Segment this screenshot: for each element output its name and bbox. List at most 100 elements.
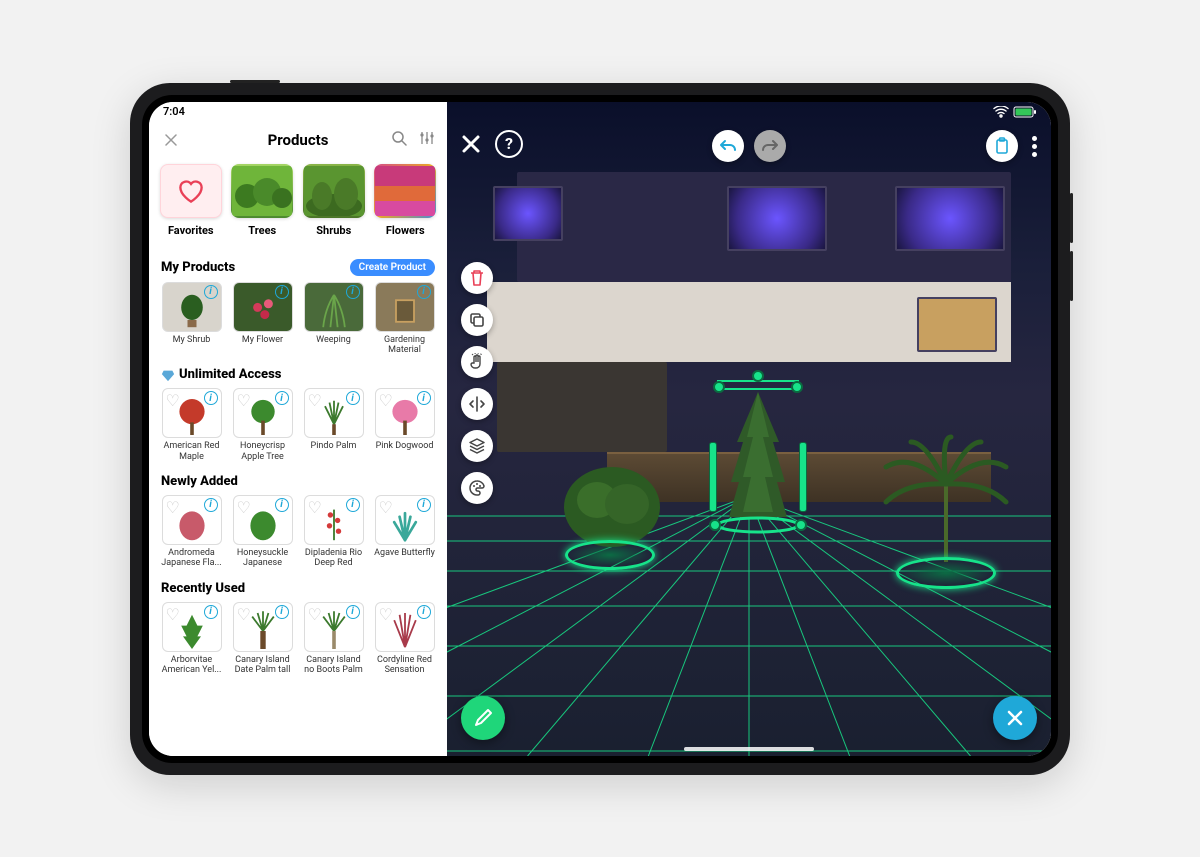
info-icon[interactable]: i — [346, 391, 360, 405]
category-trees[interactable]: Trees — [231, 164, 295, 237]
selection-top-bar[interactable] — [717, 380, 799, 390]
ar-canvas[interactable]: ? — [447, 102, 1051, 756]
product-card[interactable]: ♡ i Pink Dogwood — [372, 388, 437, 462]
statusbar-right — [447, 102, 1051, 122]
heart-outline-icon[interactable]: ♡ — [379, 498, 393, 517]
delete-button[interactable] — [461, 262, 493, 294]
product-card[interactable]: ♡iHoneycrisp Apple Tree — [230, 388, 295, 462]
category-shrubs[interactable]: Shrubs — [302, 164, 366, 237]
product-card[interactable]: iMy Flower — [230, 282, 295, 356]
card-label: Arborvitae American Yel... — [160, 655, 224, 676]
search-icon — [391, 130, 407, 146]
clipboard-button[interactable] — [986, 130, 1018, 162]
product-card[interactable]: ♡iPindo Palm — [301, 388, 366, 462]
selection-side-handle[interactable] — [799, 442, 807, 512]
product-card[interactable]: ♡ i Canary Island Date Palm tall — [230, 602, 295, 676]
info-icon[interactable]: i — [204, 391, 218, 405]
appearance-button[interactable] — [461, 472, 493, 504]
heart-outline-icon[interactable]: ♡ — [308, 605, 322, 624]
heart-outline-icon[interactable]: ♡ — [379, 391, 393, 410]
sidebar-scroll[interactable]: My Products Create Product iMy Shrub iMy… — [149, 247, 447, 756]
info-icon[interactable]: i — [417, 285, 431, 299]
placed-plant-palm[interactable] — [881, 432, 1011, 576]
more-menu-button[interactable] — [1028, 130, 1041, 163]
filter-button[interactable] — [419, 130, 435, 150]
product-card[interactable]: iGardening Material — [372, 282, 437, 356]
card-label: Weeping — [316, 335, 351, 345]
create-product-button[interactable]: Create Product — [350, 259, 435, 276]
card-label: American Red Maple — [160, 441, 224, 462]
search-button[interactable] — [391, 130, 407, 150]
object-toolbar — [461, 262, 493, 504]
info-icon[interactable]: i — [204, 285, 218, 299]
hand-move-icon — [468, 353, 486, 371]
section-title: Unlimited Access — [161, 367, 281, 382]
sidebar-close-button[interactable] — [161, 130, 181, 150]
product-card[interactable]: iMy Shrub — [159, 282, 224, 356]
heart-outline-icon[interactable]: ♡ — [237, 605, 251, 624]
product-card[interactable]: ♡ i American Red Maple — [159, 388, 224, 462]
info-icon[interactable]: i — [275, 391, 289, 405]
info-icon[interactable]: i — [204, 498, 218, 512]
heart-outline-icon[interactable]: ♡ — [166, 391, 180, 410]
selection-base[interactable] — [715, 516, 801, 534]
info-icon[interactable]: i — [417, 498, 431, 512]
product-card[interactable]: ♡iHoneysuckle Japanese — [230, 495, 295, 569]
selection-side-handle[interactable] — [709, 442, 717, 512]
dismiss-fab[interactable] — [993, 696, 1037, 740]
card-label: Pink Dogwood — [376, 441, 434, 451]
info-icon[interactable]: i — [275, 285, 289, 299]
product-card[interactable]: ♡iCordyline Red Sensation — [372, 602, 437, 676]
placed-plant-conifer-selected[interactable] — [719, 382, 797, 526]
status-time: 7:04 — [163, 105, 185, 118]
product-card[interactable]: ♡iCanary Island no Boots Palm — [301, 602, 366, 676]
flip-button[interactable] — [461, 388, 493, 420]
section-title: Newly Added — [161, 474, 238, 489]
product-card[interactable]: ♡ i Arborvitae American Yel... — [159, 602, 224, 676]
heart-outline-icon[interactable]: ♡ — [308, 498, 322, 517]
heart-outline-icon[interactable]: ♡ — [237, 391, 251, 410]
copy-icon — [469, 312, 485, 328]
home-indicator[interactable] — [684, 747, 814, 751]
duplicate-button[interactable] — [461, 304, 493, 336]
heart-outline-icon[interactable]: ♡ — [237, 498, 251, 517]
product-card[interactable]: i Weeping — [301, 282, 366, 356]
close-ar-button[interactable] — [457, 130, 485, 158]
planter-ring — [565, 540, 655, 570]
close-icon — [165, 134, 177, 146]
info-icon[interactable]: i — [275, 498, 289, 512]
info-icon[interactable]: i — [346, 605, 360, 619]
edit-fab[interactable] — [461, 696, 505, 740]
help-button[interactable]: ? — [495, 130, 523, 158]
category-flowers[interactable]: Flowers — [374, 164, 438, 237]
card-label: Canary Island Date Palm tall — [231, 655, 295, 676]
info-icon[interactable]: i — [275, 605, 289, 619]
trash-icon — [469, 269, 485, 287]
sliders-icon — [419, 130, 435, 146]
heart-outline-icon[interactable]: ♡ — [166, 605, 180, 624]
info-icon[interactable]: i — [417, 605, 431, 619]
category-label: Flowers — [386, 224, 425, 237]
hw-power — [230, 80, 280, 83]
product-card[interactable]: ♡iAgave Butterfly — [372, 495, 437, 569]
question-icon: ? — [505, 134, 513, 153]
info-icon[interactable]: i — [204, 605, 218, 619]
flowers-thumb — [375, 166, 435, 216]
heart-outline-icon[interactable]: ♡ — [308, 391, 322, 410]
category-favorites[interactable]: Favorites — [159, 164, 223, 237]
info-icon[interactable]: i — [417, 391, 431, 405]
move-button[interactable] — [461, 346, 493, 378]
heart-outline-icon[interactable]: ♡ — [379, 605, 393, 624]
heart-outline-icon[interactable]: ♡ — [166, 498, 180, 517]
statusbar-left: 7:04 — [149, 102, 447, 122]
redo-button[interactable] — [754, 130, 786, 162]
planter-ring — [896, 557, 996, 589]
info-icon[interactable]: i — [346, 498, 360, 512]
section-recently-used: Recently Used ♡iArborvitae American Yel.… — [159, 577, 437, 676]
category-label: Trees — [248, 224, 276, 237]
layers-button[interactable] — [461, 430, 493, 462]
info-icon[interactable]: i — [346, 285, 360, 299]
product-card[interactable]: ♡iAndromeda Japanese Fla... — [159, 495, 224, 569]
undo-button[interactable] — [712, 130, 744, 162]
product-card[interactable]: ♡iDipladenia Rio Deep Red — [301, 495, 366, 569]
